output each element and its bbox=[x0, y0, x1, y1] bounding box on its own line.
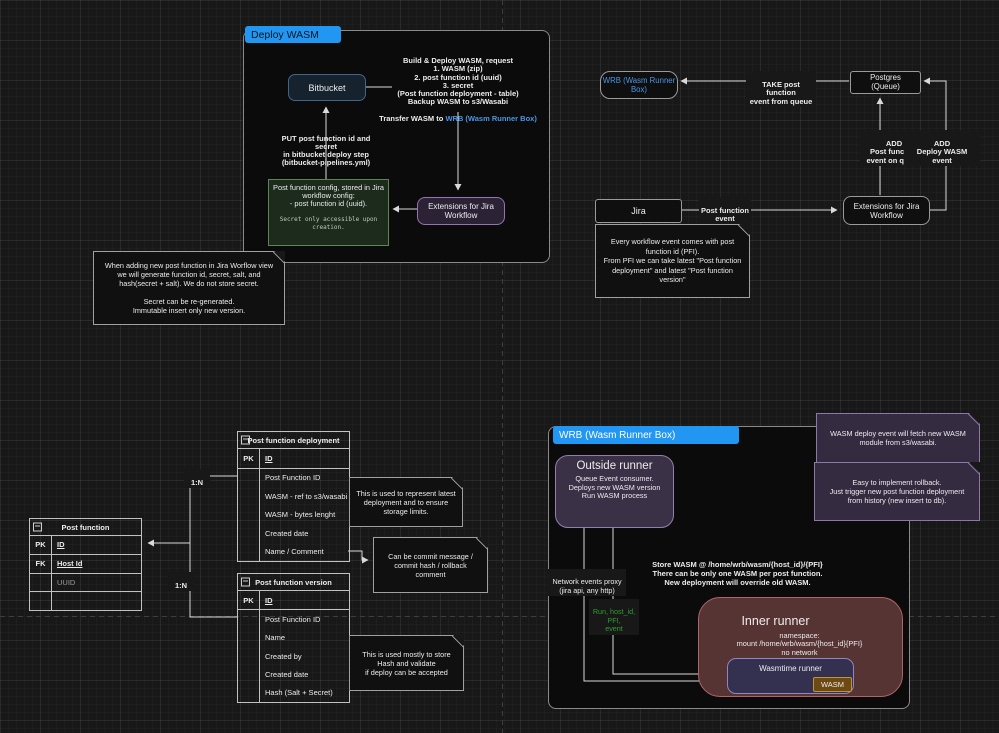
bitbucket-label: Bitbucket bbox=[308, 82, 346, 93]
build-deploy-request-text[interactable]: Build & Deploy WASM, request 1. WASM (zi… bbox=[368, 49, 548, 123]
add-deploy-wasm-label[interactable]: ADD Deploy WASM event bbox=[904, 130, 980, 167]
run-event-label[interactable]: Run, host_id, PFI, event bbox=[589, 599, 639, 635]
table-row[interactable]: Name bbox=[238, 628, 349, 647]
outside-runner-node[interactable]: Outside runner Queue Event consumer. Dep… bbox=[555, 455, 674, 528]
table-row[interactable]: UUID bbox=[30, 572, 141, 592]
wrb-title-tab[interactable]: WRB (Wasm Runner Box) bbox=[553, 426, 739, 444]
edge-comment-note[interactable] bbox=[348, 550, 369, 564]
wasm-badge[interactable]: WASM bbox=[813, 677, 852, 692]
table-row[interactable]: Created date bbox=[238, 665, 349, 684]
outside-runner-text: Queue Event consumer. Deploys new WASM v… bbox=[568, 474, 661, 501]
table-row[interactable]: Created date bbox=[238, 524, 349, 543]
workflow-event-note[interactable]: Every workflow event comes with post fun… bbox=[595, 224, 750, 298]
table-post-function-deployment[interactable]: Post function deployment PK ID Post Funct… bbox=[237, 431, 350, 562]
deploy-wasm-title: Deploy WASM bbox=[251, 28, 319, 41]
table-post-function-version[interactable]: Post function version PK ID Post Function… bbox=[237, 573, 350, 703]
postgres-queue-node[interactable]: Postgres (Queue) bbox=[850, 71, 921, 94]
table-title: Post function deployment bbox=[247, 435, 340, 445]
table-row[interactable]: Hash (Salt + Secret) bbox=[238, 683, 349, 702]
post-function-event-label[interactable]: Post function event bbox=[699, 197, 751, 225]
table-row[interactable] bbox=[30, 591, 141, 610]
table-row[interactable]: WASM - ref to s3/wasabi bbox=[238, 487, 349, 506]
request-lines: Build & Deploy WASM, request 1. WASM (zi… bbox=[397, 56, 519, 107]
post-function-config-box[interactable]: Post function config, stored in Jira wor… bbox=[268, 179, 389, 246]
table-row[interactable]: Name / Comment bbox=[238, 542, 349, 561]
table-row[interactable]: WASM - bytes lenght bbox=[238, 505, 349, 524]
store-wasm-text[interactable]: Store WASM @ /home/wrb/wasm/{host_id}/{P… bbox=[595, 551, 880, 587]
table-row[interactable]: Created by bbox=[238, 646, 349, 666]
relation-1n-bottom[interactable]: 1:N bbox=[168, 572, 194, 592]
table-row[interactable]: PK ID bbox=[238, 591, 349, 610]
wrb-link-text: WRB (Wasm Runner Box) bbox=[445, 113, 537, 123]
fetch-wasm-note[interactable]: WASM deploy event will fetch new WASM mo… bbox=[816, 413, 980, 463]
jira-node[interactable]: Jira bbox=[595, 199, 682, 223]
deploy-wasm-title-tab[interactable]: Deploy WASM bbox=[245, 26, 341, 43]
rollback-note[interactable]: Easy to implement rollback. Just trigger… bbox=[814, 462, 980, 521]
table-row[interactable]: PK ID bbox=[238, 449, 349, 468]
table-row[interactable]: PK ID bbox=[30, 536, 141, 554]
table-row[interactable]: Post Function ID bbox=[238, 467, 349, 487]
relation-1n-top[interactable]: 1:N bbox=[184, 469, 210, 489]
table-title: Post function version bbox=[255, 577, 332, 587]
table-row[interactable]: FK Host Id bbox=[30, 553, 141, 573]
collapse-icon[interactable] bbox=[241, 577, 250, 587]
network-proxy-label[interactable]: Network events proxy (jira api, any http… bbox=[548, 569, 626, 597]
extensions-jira-workflow-right[interactable]: Extensions for Jira Workflow bbox=[843, 196, 930, 225]
table-post-function[interactable]: Post function PK ID FK Host Id UUID bbox=[29, 518, 142, 611]
collapse-icon[interactable] bbox=[33, 522, 42, 532]
config-secret-note: Secret only accessible upon creation. bbox=[279, 215, 378, 231]
wrb-node[interactable]: WRB (Wasm Runner Box) bbox=[600, 71, 678, 99]
generate-secret-note[interactable]: When adding new post function in Jira Wo… bbox=[93, 251, 285, 325]
config-text: Post function config, stored in Jira wor… bbox=[273, 183, 384, 209]
hash-validate-note[interactable]: This is used mostly to store Hash and va… bbox=[349, 635, 464, 691]
put-secret-label[interactable]: PUT post function id and secret in bitbu… bbox=[270, 127, 382, 167]
take-event-label[interactable]: TAKE post function event from queue bbox=[746, 71, 816, 108]
storage-limits-note[interactable]: This is used to represent latest deploym… bbox=[349, 477, 463, 527]
extensions-jira-workflow-left[interactable]: Extensions for Jira Workflow bbox=[417, 197, 505, 225]
bitbucket-node[interactable]: Bitbucket bbox=[288, 74, 366, 101]
collapse-icon[interactable] bbox=[241, 435, 250, 445]
diagram-canvas: Deploy WASM Bitbucket Build & Deploy WAS… bbox=[0, 0, 999, 733]
table-row[interactable]: Post Function ID bbox=[238, 609, 349, 629]
transfer-prefix: Transfer WASM to bbox=[379, 113, 446, 123]
edge-relations[interactable] bbox=[189, 475, 237, 618]
commit-message-note[interactable]: Can be commit message / commit hash / ro… bbox=[373, 537, 488, 593]
outside-runner-title: Outside runner bbox=[576, 460, 653, 472]
wrb-title: WRB (Wasm Runner Box) bbox=[559, 429, 676, 441]
table-title: Post function bbox=[61, 522, 110, 532]
